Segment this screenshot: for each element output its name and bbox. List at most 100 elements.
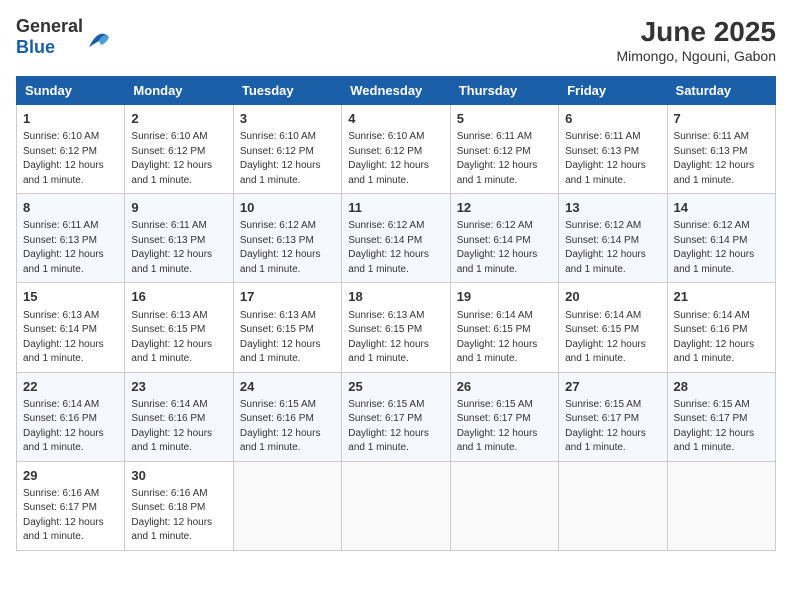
day-info: Sunrise: 6:11 AM Sunset: 6:13 PM Dayligh… xyxy=(674,130,769,188)
day-number: 26 xyxy=(457,378,552,396)
logo: General Blue xyxy=(16,16,113,58)
calendar-cell: 11Sunrise: 6:12 AM Sunset: 6:14 PM Dayli… xyxy=(342,194,450,283)
calendar-cell: 20Sunrise: 6:14 AM Sunset: 6:15 PM Dayli… xyxy=(559,283,667,372)
day-number: 8 xyxy=(23,199,118,217)
calendar-cell: 4 Sunrise: 6:10 AM Sunset: 6:12 PM Daylig… xyxy=(342,105,450,194)
calendar-cell: 7 Sunrise: 6:11 AM Sunset: 6:13 PM Daylig… xyxy=(667,105,775,194)
day-info: Sunrise: 6:15 AM Sunset: 6:17 PM Dayligh… xyxy=(348,398,443,456)
day-number: 23 xyxy=(131,378,226,396)
day-info: Sunrise: 6:13 AM Sunset: 6:15 PM Dayligh… xyxy=(240,309,335,367)
calendar-cell: 9Sunrise: 6:11 AM Sunset: 6:13 PM Daylig… xyxy=(125,194,233,283)
day-info: Sunrise: 6:14 AM Sunset: 6:15 PM Dayligh… xyxy=(457,309,552,367)
logo-general: General xyxy=(16,16,83,36)
column-header-tuesday: Tuesday xyxy=(233,77,341,105)
day-number: 27 xyxy=(565,378,660,396)
day-info: Sunrise: 6:13 AM Sunset: 6:15 PM Dayligh… xyxy=(131,309,226,367)
calendar-table: SundayMondayTuesdayWednesdayThursdayFrid… xyxy=(16,76,776,551)
calendar-week-row: 1 Sunrise: 6:10 AM Sunset: 6:12 PM Daylig… xyxy=(17,105,776,194)
calendar-cell xyxy=(667,461,775,550)
calendar-cell: 21 Sunrise: 6:14 AM Sunset: 6:16 PM Dayli… xyxy=(667,283,775,372)
day-number: 22 xyxy=(23,378,118,396)
title-area: June 2025 Mimongo, Ngouni, Gabon xyxy=(616,16,776,64)
calendar-cell: 22 Sunrise: 6:14 AM Sunset: 6:16 PM Dayli… xyxy=(17,372,125,461)
page-header: General Blue June 2025 Mimongo, Ngouni, … xyxy=(16,16,776,64)
day-number: 14 xyxy=(674,199,769,217)
calendar-week-row: 15 Sunrise: 6:13 AM Sunset: 6:14 PM Dayli… xyxy=(17,283,776,372)
day-number: 25 xyxy=(348,378,443,396)
day-number: 17 xyxy=(240,288,335,306)
day-info: Sunrise: 6:12 AM Sunset: 6:14 PM Dayligh… xyxy=(674,219,769,277)
column-header-wednesday: Wednesday xyxy=(342,77,450,105)
day-number: 19 xyxy=(457,288,552,306)
day-info: Sunrise: 6:10 AM Sunset: 6:12 PM Dayligh… xyxy=(240,130,335,188)
column-header-sunday: Sunday xyxy=(17,77,125,105)
calendar-cell: 13Sunrise: 6:12 AM Sunset: 6:14 PM Dayli… xyxy=(559,194,667,283)
day-number: 12 xyxy=(457,199,552,217)
column-header-thursday: Thursday xyxy=(450,77,558,105)
logo-icon xyxy=(85,23,113,51)
day-info: Sunrise: 6:11 AM Sunset: 6:13 PM Dayligh… xyxy=(565,130,660,188)
day-info: Sunrise: 6:14 AM Sunset: 6:15 PM Dayligh… xyxy=(565,309,660,367)
day-info: Sunrise: 6:10 AM Sunset: 6:12 PM Dayligh… xyxy=(348,130,443,188)
day-number: 7 xyxy=(674,110,769,128)
day-number: 3 xyxy=(240,110,335,128)
day-number: 6 xyxy=(565,110,660,128)
day-number: 4 xyxy=(348,110,443,128)
calendar-cell: 2Sunrise: 6:10 AM Sunset: 6:12 PM Daylig… xyxy=(125,105,233,194)
day-info: Sunrise: 6:14 AM Sunset: 6:16 PM Dayligh… xyxy=(674,309,769,367)
day-info: Sunrise: 6:10 AM Sunset: 6:12 PM Dayligh… xyxy=(131,130,226,188)
calendar-cell: 28Sunrise: 6:15 AM Sunset: 6:17 PM Dayli… xyxy=(667,372,775,461)
day-number: 16 xyxy=(131,288,226,306)
day-number: 30 xyxy=(131,467,226,485)
calendar-cell: 25 Sunrise: 6:15 AM Sunset: 6:17 PM Dayli… xyxy=(342,372,450,461)
day-info: Sunrise: 6:13 AM Sunset: 6:14 PM Dayligh… xyxy=(23,309,118,367)
day-number: 15 xyxy=(23,288,118,306)
month-title: June 2025 xyxy=(616,16,776,48)
calendar-cell: 1 Sunrise: 6:10 AM Sunset: 6:12 PM Daylig… xyxy=(17,105,125,194)
day-info: Sunrise: 6:15 AM Sunset: 6:17 PM Dayligh… xyxy=(565,398,660,456)
calendar-cell xyxy=(233,461,341,550)
calendar-cell: 15 Sunrise: 6:13 AM Sunset: 6:14 PM Dayli… xyxy=(17,283,125,372)
day-number: 5 xyxy=(457,110,552,128)
calendar-cell: 6 Sunrise: 6:11 AM Sunset: 6:13 PM Daylig… xyxy=(559,105,667,194)
day-number: 10 xyxy=(240,199,335,217)
day-info: Sunrise: 6:12 AM Sunset: 6:14 PM Dayligh… xyxy=(457,219,552,277)
day-number: 21 xyxy=(674,288,769,306)
day-number: 1 xyxy=(23,110,118,128)
day-number: 24 xyxy=(240,378,335,396)
day-number: 18 xyxy=(348,288,443,306)
day-info: Sunrise: 6:14 AM Sunset: 6:16 PM Dayligh… xyxy=(23,398,118,456)
calendar-cell: 29 Sunrise: 6:16 AM Sunset: 6:17 PM Dayli… xyxy=(17,461,125,550)
calendar-cell: 17 Sunrise: 6:13 AM Sunset: 6:15 PM Dayli… xyxy=(233,283,341,372)
calendar-cell: 3 Sunrise: 6:10 AM Sunset: 6:12 PM Daylig… xyxy=(233,105,341,194)
calendar-cell: 24 Sunrise: 6:15 AM Sunset: 6:16 PM Dayli… xyxy=(233,372,341,461)
day-info: Sunrise: 6:16 AM Sunset: 6:17 PM Dayligh… xyxy=(23,487,118,545)
day-number: 29 xyxy=(23,467,118,485)
day-info: Sunrise: 6:15 AM Sunset: 6:17 PM Dayligh… xyxy=(457,398,552,456)
day-number: 9 xyxy=(131,199,226,217)
day-number: 28 xyxy=(674,378,769,396)
calendar-week-row: 8 Sunrise: 6:11 AM Sunset: 6:13 PM Daylig… xyxy=(17,194,776,283)
calendar-cell: 12 Sunrise: 6:12 AM Sunset: 6:14 PM Dayli… xyxy=(450,194,558,283)
calendar-cell: 19 Sunrise: 6:14 AM Sunset: 6:15 PM Dayli… xyxy=(450,283,558,372)
calendar-cell xyxy=(450,461,558,550)
day-number: 11 xyxy=(348,199,443,217)
day-info: Sunrise: 6:15 AM Sunset: 6:16 PM Dayligh… xyxy=(240,398,335,456)
location-title: Mimongo, Ngouni, Gabon xyxy=(616,48,776,64)
day-info: Sunrise: 6:16 AM Sunset: 6:18 PM Dayligh… xyxy=(131,487,226,545)
calendar-cell: 8 Sunrise: 6:11 AM Sunset: 6:13 PM Daylig… xyxy=(17,194,125,283)
day-number: 13 xyxy=(565,199,660,217)
calendar-cell xyxy=(342,461,450,550)
calendar-week-row: 22 Sunrise: 6:14 AM Sunset: 6:16 PM Dayli… xyxy=(17,372,776,461)
day-info: Sunrise: 6:11 AM Sunset: 6:13 PM Dayligh… xyxy=(23,219,118,277)
calendar-cell: 14 Sunrise: 6:12 AM Sunset: 6:14 PM Dayli… xyxy=(667,194,775,283)
day-info: Sunrise: 6:10 AM Sunset: 6:12 PM Dayligh… xyxy=(23,130,118,188)
calendar-cell: 18 Sunrise: 6:13 AM Sunset: 6:15 PM Dayli… xyxy=(342,283,450,372)
column-header-saturday: Saturday xyxy=(667,77,775,105)
calendar-cell: 10 Sunrise: 6:12 AM Sunset: 6:13 PM Dayli… xyxy=(233,194,341,283)
calendar-cell: 30 Sunrise: 6:16 AM Sunset: 6:18 PM Dayli… xyxy=(125,461,233,550)
day-info: Sunrise: 6:14 AM Sunset: 6:16 PM Dayligh… xyxy=(131,398,226,456)
calendar-cell xyxy=(559,461,667,550)
day-info: Sunrise: 6:13 AM Sunset: 6:15 PM Dayligh… xyxy=(348,309,443,367)
day-info: Sunrise: 6:12 AM Sunset: 6:13 PM Dayligh… xyxy=(240,219,335,277)
